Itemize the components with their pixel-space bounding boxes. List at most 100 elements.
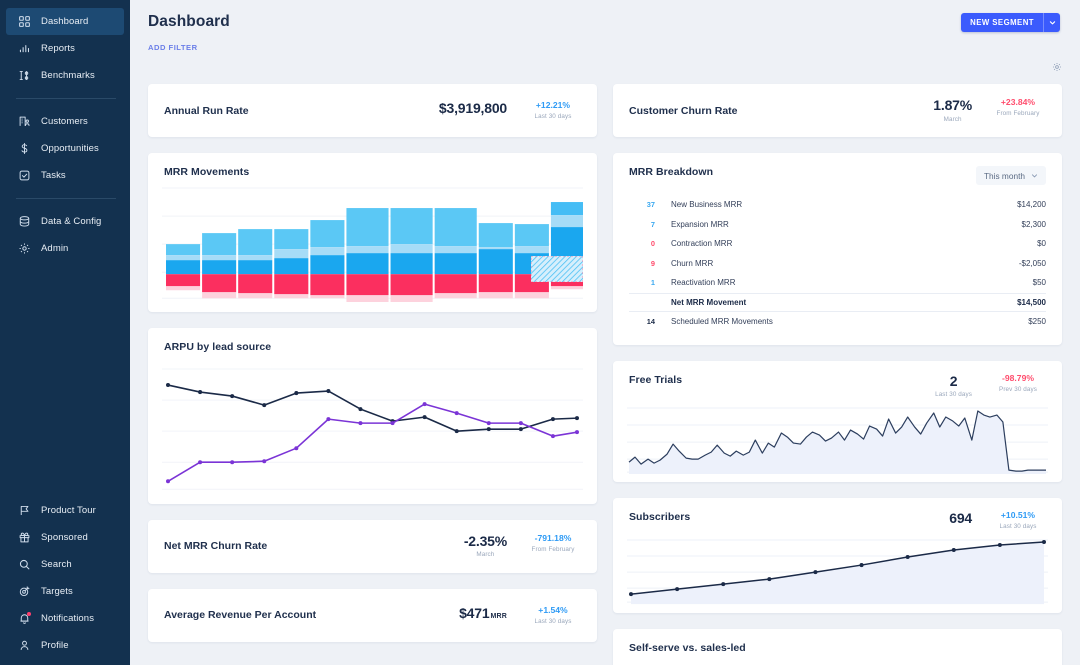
card-header: ARPU by lead source [148,328,597,353]
gear-icon[interactable] [1052,59,1062,77]
sidebar-group-secondary: Customers Opportunities Tasks [0,108,130,189]
add-filter-button[interactable]: ADD FILTER [148,43,1080,52]
sidebar-item-search[interactable]: Search [6,551,124,578]
stat-value: 1.87% [933,98,972,113]
row-name: Net MRR Movement [655,298,1017,307]
chevron-down-icon [1031,172,1038,179]
period-dropdown[interactable]: This month [976,166,1046,185]
sidebar-item-profile[interactable]: Profile [6,632,124,659]
stat-period: March [476,551,494,558]
sidebar-item-customers[interactable]: Customers [6,108,124,135]
subscribers-svg [627,538,1048,604]
subscribers-area [631,542,1044,604]
delta-value: -98.79% [1002,374,1034,383]
search-icon [18,558,31,571]
table-row[interactable]: 7 Expansion MRR $2,300 [629,215,1046,235]
sidebar-item-targets[interactable]: Targets [6,578,124,605]
gear-icon [18,242,31,255]
stat-primary: 694 [949,511,972,526]
card-header: Subscribers 694 +10.51% Last 30 days [613,498,1062,530]
dashboard-column-right: Customer Churn Rate 1.87% March +23.84% … [613,84,1062,665]
benchmarks-icon [18,69,31,82]
sidebar-item-reports[interactable]: Reports [6,35,124,62]
card-title: MRR Movements [164,166,249,178]
period-label: This month [984,171,1025,181]
sidebar-group-bottom: Product Tour Sponsored Search [0,497,130,659]
stat-values: $3,919,800 +12.21% Last 30 days [439,101,581,120]
table-row[interactable]: 14 Scheduled MRR Movements $250 [629,312,1046,332]
row-name: Churn MRR [655,259,1019,268]
gift-icon [18,531,31,544]
table-row[interactable]: 9 Churn MRR -$2,050 [629,254,1046,274]
sidebar-item-label: Reports [41,43,75,54]
customers-icon [18,115,31,128]
table-row[interactable]: 1 Reactivation MRR $50 [629,273,1046,293]
sidebar-item-tasks[interactable]: Tasks [6,162,124,189]
stat-primary: 1.87% March [933,98,972,123]
stat-primary: -2.35% March [464,534,507,559]
target-icon [18,585,31,598]
delta-period: Prev 30 days [999,386,1037,393]
row-count: 0 [629,239,655,248]
table-row[interactable]: 0 Contraction MRR $0 [629,234,1046,254]
dashboard-grid: Annual Run Rate $3,919,800 +12.21% Last … [130,77,1080,665]
dashboard-settings-row [130,52,1080,77]
sidebar-item-admin[interactable]: Admin [6,235,124,262]
checkbox-icon [18,169,31,182]
stat-values: -2.35% March -791.18% From February [464,534,581,559]
chart-bars [166,202,583,302]
stat-value: $471MRR [459,606,507,621]
row-count: 1 [629,278,655,287]
sidebar-item-label: Data & Config [41,216,101,227]
card-title: MRR Breakdown [629,166,713,178]
row-amount: $0 [1037,239,1046,248]
card-title: Customer Churn Rate [629,105,933,117]
chevron-down-icon[interactable] [1043,13,1060,32]
stat-values: 694 +10.51% Last 30 days [949,511,1046,530]
main-content: Dashboard NEW SEGMENT ADD FILTER [130,0,1080,665]
stat-delta: -791.18% From February [525,534,581,553]
row-name: New Business MRR [655,200,1017,209]
sidebar-divider [16,198,116,199]
grid-icon [18,15,31,28]
sidebar-item-dashboard[interactable]: Dashboard [6,8,124,35]
row-name: Contraction MRR [655,239,1037,248]
card-header: MRR Breakdown This month [613,153,1062,185]
stat-period: Last 30 days [935,391,972,398]
sidebar-divider [16,98,116,99]
new-segment-label[interactable]: NEW SEGMENT [961,13,1043,32]
stat-value: 694 [949,511,972,526]
stat-period: March [944,116,962,123]
new-segment-button[interactable]: NEW SEGMENT [961,13,1060,32]
sidebar-item-benchmarks[interactable]: Benchmarks [6,62,124,89]
sidebar-item-data-config[interactable]: Data & Config [6,208,124,235]
sidebar-group-tertiary: Data & Config Admin [0,208,130,262]
sidebar-item-label: Admin [41,243,68,254]
sidebar-item-product-tour[interactable]: Product Tour [6,497,124,524]
row-amount: $14,500 [1017,298,1046,307]
sidebar-item-notifications[interactable]: Notifications [6,605,124,632]
dollar-icon [18,142,31,155]
stat-primary: $3,919,800 [439,101,507,116]
delta-period: Last 30 days [535,113,572,120]
sidebar-item-opportunities[interactable]: Opportunities [6,135,124,162]
sidebar-item-label: Targets [41,586,73,597]
card-title: Net MRR Churn Rate [164,540,464,552]
card-header: MRR Movements [148,153,597,178]
sidebar-item-label: Opportunities [41,143,99,154]
stat-values: $471MRR +1.54% Last 30 days [459,606,581,625]
delta-period: Last 30 days [535,618,572,625]
notification-badge [27,612,31,616]
sidebar-item-sponsored[interactable]: Sponsored [6,524,124,551]
dashboard-column-left: Annual Run Rate $3,919,800 +12.21% Last … [148,84,597,665]
sidebar-spacer [0,262,130,497]
card-title: ARPU by lead source [164,341,271,353]
table-row[interactable]: 37 New Business MRR $14,200 [629,195,1046,215]
card-mrr-movements: MRR Movements [148,153,597,312]
card-arpu-by-lead-source: ARPU by lead source [148,328,597,503]
arpu-chart [148,353,597,503]
stat-value: $3,919,800 [439,101,507,116]
card-annual-run-rate: Annual Run Rate $3,919,800 +12.21% Last … [148,84,597,137]
bell-icon [18,612,31,625]
delta-value: -791.18% [535,534,572,543]
